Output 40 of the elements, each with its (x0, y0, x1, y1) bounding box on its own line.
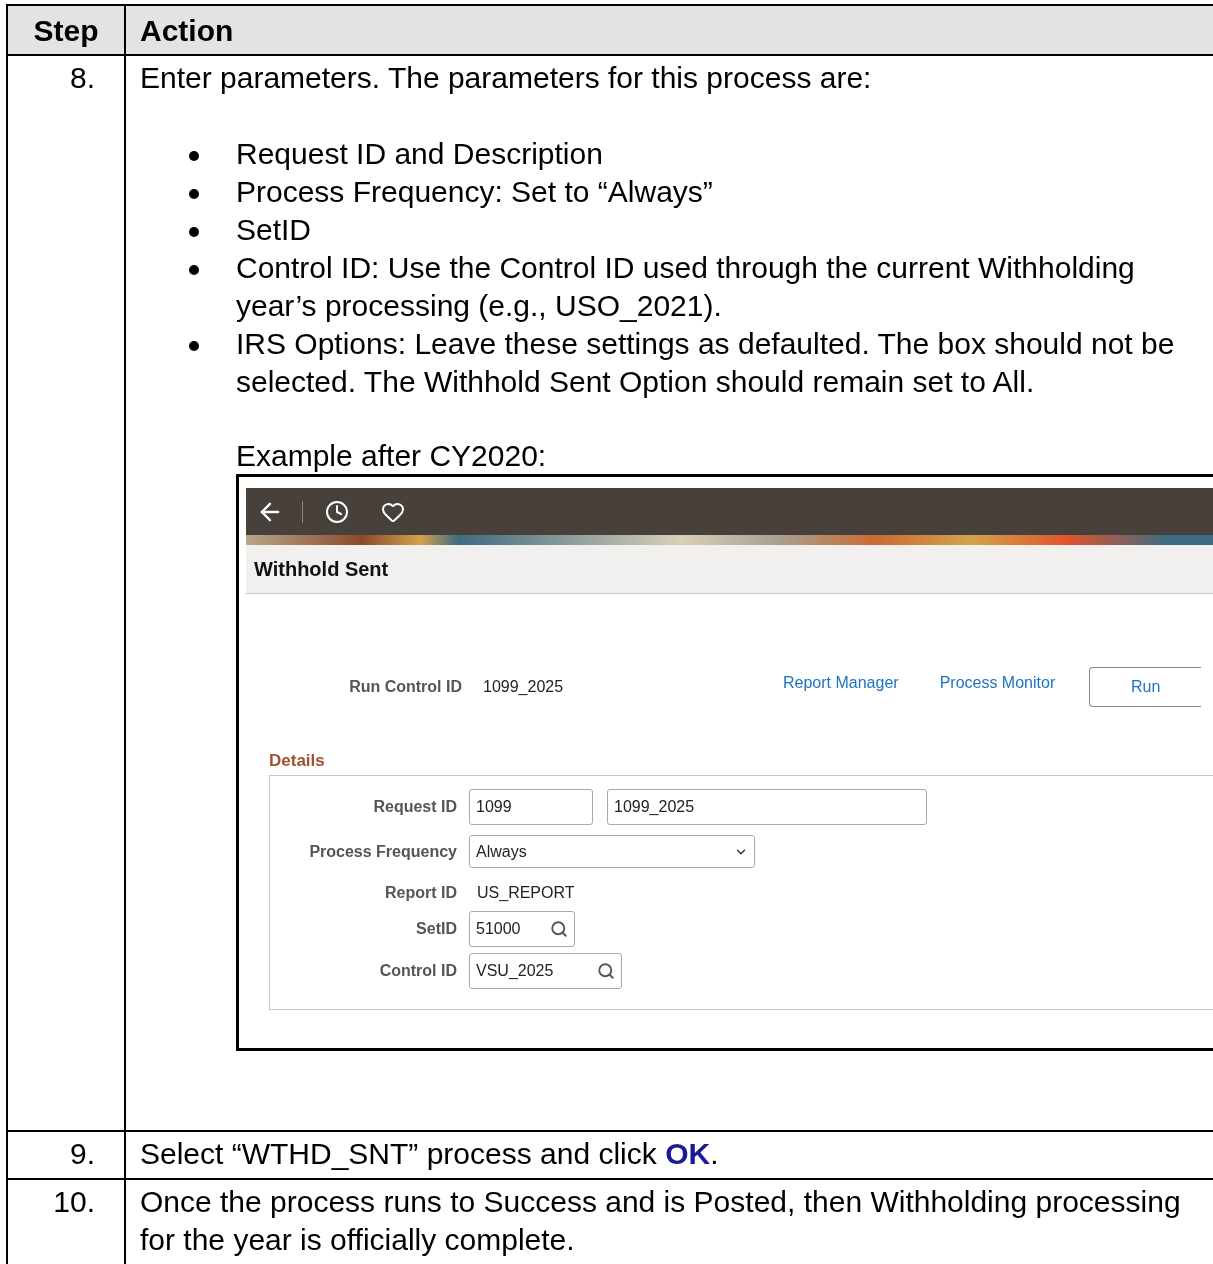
instruction-text: Once the process runs to Success and is Posted, then Withholding processing for the year is officially complete. (140, 1184, 1182, 1258)
input-field[interactable]: 1099_2025 (607, 789, 927, 825)
field-value: US_REPORT (477, 883, 575, 903)
instruction-text: Select “WTHD_SNT” process and click OK. (140, 1136, 720, 1172)
section-heading: Details (269, 751, 326, 771)
search-icon[interactable] (550, 920, 568, 938)
list-item-text: Control ID: Use the Control ID used through the current Withholding year’s processing (e.g., USO_2021). (236, 250, 1136, 324)
list-item-text: Process Frequency: Set to “Always” (236, 174, 714, 210)
field-label: Request ID (372, 797, 457, 817)
bullet-icon (189, 151, 199, 161)
field-label: Run Control ID (348, 677, 462, 697)
bullet-icon (189, 265, 199, 275)
field-label: Control ID (378, 961, 457, 981)
run-button[interactable]: Run (1089, 667, 1202, 707)
step-number: 10. (53, 1185, 95, 1218)
list-item-text: IRS Options: Leave these settings as defaulted. The box should not be selected. The Withhold Sent Option should remain set to All. (236, 326, 1176, 400)
field-label: Report ID (384, 883, 457, 903)
bullet-icon (189, 227, 199, 237)
step-number: 8. (69, 61, 95, 94)
search-icon[interactable] (597, 962, 615, 980)
list-item-text: SetID (236, 212, 313, 248)
field-label: SetID (415, 919, 457, 939)
page-title: Withhold Sent (254, 557, 389, 582)
link[interactable]: Report Manager (783, 664, 899, 702)
clock-icon[interactable] (325, 499, 349, 524)
column-header: Action (139, 12, 234, 49)
input-field[interactable]: VSU_2025 (469, 953, 622, 989)
bullet-icon (189, 341, 199, 351)
link[interactable]: Process Monitor (939, 664, 1056, 702)
bullet-icon (189, 189, 199, 199)
dropdown-field[interactable]: Always (469, 835, 755, 868)
step-number: 9. (69, 1137, 95, 1170)
field-value: 1099_2025 (483, 677, 565, 697)
caption-text: Example after CY2020: (236, 438, 548, 474)
column-header: Step (8, 6, 126, 54)
instruction-text: Enter parameters. The parameters for this process are: (140, 60, 873, 96)
list-item-text: Request ID and Description (236, 136, 604, 172)
field-label: Process Frequency (308, 841, 457, 862)
input-field[interactable]: 1099 (469, 789, 593, 825)
input-field[interactable]: 51000 (469, 911, 575, 947)
